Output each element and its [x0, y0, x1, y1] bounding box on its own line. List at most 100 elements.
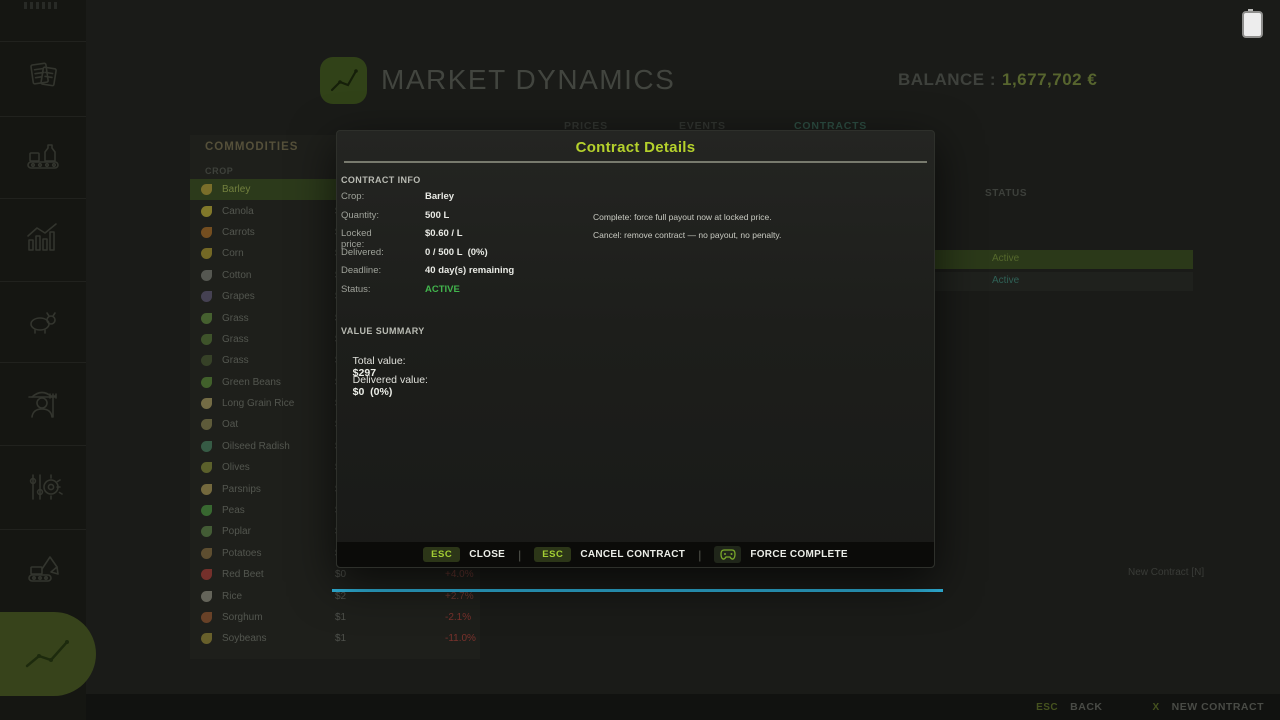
- crop-column-header: CROP: [205, 166, 233, 176]
- crop-name: Potatoes: [222, 548, 261, 559]
- sidebar-item-settings[interactable]: [21, 465, 65, 509]
- market-dynamics-logo-icon: [320, 57, 367, 104]
- contract-info-header: CONTRACT INFO: [341, 175, 421, 185]
- modal-button-bar: ESC CLOSE | ESC CANCEL CONTRACT | FORCE …: [337, 542, 934, 567]
- footer-bar: ESC BACK X NEW CONTRACT: [86, 694, 1280, 720]
- back-button[interactable]: BACK: [1070, 701, 1102, 713]
- crop-change: -11.0%: [445, 633, 476, 644]
- crop-name: Olives: [222, 462, 250, 473]
- sidebar-divider: [0, 445, 86, 446]
- cancel-contract-label: CANCEL CONTRACT: [580, 549, 685, 560]
- field-label: Delivered:: [341, 247, 384, 258]
- crop-name: Long Grain Rice: [222, 398, 294, 409]
- esc-key-hint[interactable]: ESC: [1036, 702, 1058, 713]
- crop-price: $0: [335, 569, 346, 580]
- delivered-value: $0 (0%): [353, 386, 393, 398]
- crop-icon: [201, 633, 212, 644]
- cyan-divider-line: [332, 589, 943, 592]
- crop-icon: [201, 548, 212, 559]
- crop-name: Canola: [222, 206, 254, 217]
- crop-icon: [201, 248, 212, 259]
- modal-title-divider: [344, 161, 927, 163]
- force-complete-label: FORCE COMPLETE: [750, 549, 848, 560]
- crop-icon: [201, 206, 212, 217]
- close-label: CLOSE: [469, 549, 505, 560]
- complete-note: Complete: force full payout now at locke…: [593, 212, 772, 222]
- sidebar-item-excavator[interactable]: [21, 546, 65, 590]
- crop-name: Cotton: [222, 270, 251, 281]
- field-value: 500 L: [425, 210, 449, 221]
- crop-name: Grass: [222, 334, 249, 345]
- crop-name: Grass: [222, 313, 249, 324]
- contract-details-modal: Contract Details CONTRACT INFO Crop: Bar…: [336, 130, 935, 568]
- sidebar-divider: [0, 281, 86, 282]
- commodity-row[interactable]: Soybeans $1 -11.0%: [190, 628, 480, 649]
- crop-icon: [201, 569, 212, 580]
- livestock-icon: [23, 300, 63, 340]
- sidebar-item-farmer[interactable]: [21, 383, 65, 427]
- field-value: $0.60 / L: [425, 228, 463, 239]
- farmer-icon: [22, 384, 64, 426]
- crop-name: Oilseed Radish: [222, 441, 290, 452]
- balance-label: BALANCE :: [898, 70, 996, 89]
- sidebar-item-market-dynamics-active[interactable]: [0, 612, 96, 696]
- close-button[interactable]: ESC CLOSE: [423, 547, 505, 562]
- sidebar-item-production[interactable]: [21, 134, 65, 178]
- crop-price: $2: [335, 591, 346, 602]
- crop-icon: [201, 419, 212, 430]
- crop-change: -2.1%: [445, 612, 471, 623]
- field-value: 40 day(s) remaining: [425, 265, 514, 276]
- crop-name: Poplar: [222, 526, 251, 537]
- crop-price: $1: [335, 633, 346, 644]
- new-contract-hint: New Contract [N]: [1128, 567, 1204, 578]
- contract-status: Active: [992, 253, 1019, 264]
- crop-name: Green Beans: [222, 377, 281, 388]
- gamepad-icon: [720, 549, 736, 560]
- field-value: ACTIVE: [425, 284, 460, 295]
- force-complete-button[interactable]: FORCE COMPLETE: [714, 546, 848, 563]
- crop-change: +2.7%: [445, 591, 474, 602]
- crop-icon: [201, 184, 212, 195]
- crop-icon: [201, 462, 212, 473]
- crop-icon: [201, 398, 212, 409]
- field-label: Deadline:: [341, 265, 381, 276]
- field-label: Status:: [341, 284, 371, 295]
- commodity-row[interactable]: Sorghum $1 -2.1%: [190, 607, 480, 628]
- field-value: 0 / 500 L (0%): [425, 247, 488, 258]
- cancel-note: Cancel: remove contract — no payout, no …: [593, 230, 781, 240]
- page-title: MARKET DYNAMICS: [381, 64, 675, 96]
- delivered-value-label: Delivered value:: [353, 374, 428, 386]
- button-separator: |: [698, 548, 701, 562]
- sidebar-item-statistics[interactable]: [21, 216, 65, 260]
- crop-name: Oat: [222, 419, 238, 430]
- crop-name: Grass: [222, 355, 249, 366]
- crop-icon: [201, 313, 212, 324]
- sidebar-item-livestock[interactable]: [21, 298, 65, 342]
- sidebar-divider: [0, 198, 86, 199]
- cancel-contract-button[interactable]: ESC CANCEL CONTRACT: [534, 547, 685, 562]
- crop-change: +4.0%: [445, 569, 474, 580]
- crop-icon: [201, 270, 212, 281]
- crop-name: Soybeans: [222, 633, 266, 644]
- stats-icon: [23, 218, 63, 258]
- crop-name: Sorghum: [222, 612, 263, 623]
- sidebar-divider: [0, 362, 86, 363]
- crop-icon: [201, 377, 212, 388]
- x-key-hint[interactable]: X: [1153, 702, 1160, 713]
- status-column-header: STATUS: [985, 188, 1027, 199]
- field-label: Crop:: [341, 191, 364, 202]
- production-icon: [23, 136, 63, 176]
- new-contract-button[interactable]: NEW CONTRACT: [1172, 701, 1264, 713]
- crop-icon: [201, 505, 212, 516]
- sidebar: [0, 0, 86, 720]
- modal-title: Contract Details: [337, 139, 934, 156]
- sidebar-item-documents[interactable]: [21, 53, 65, 97]
- field-label: Quantity:: [341, 210, 379, 221]
- documents-icon: [24, 56, 62, 94]
- market-dynamics-icon: [21, 634, 75, 674]
- delivered-value-row: Delivered value: $0 (0%): [341, 362, 428, 410]
- balance-value: 1,677,702 €: [1002, 70, 1097, 89]
- clock-marks: [24, 2, 60, 9]
- crop-name: Grapes: [222, 291, 255, 302]
- crop-name: Peas: [222, 505, 245, 516]
